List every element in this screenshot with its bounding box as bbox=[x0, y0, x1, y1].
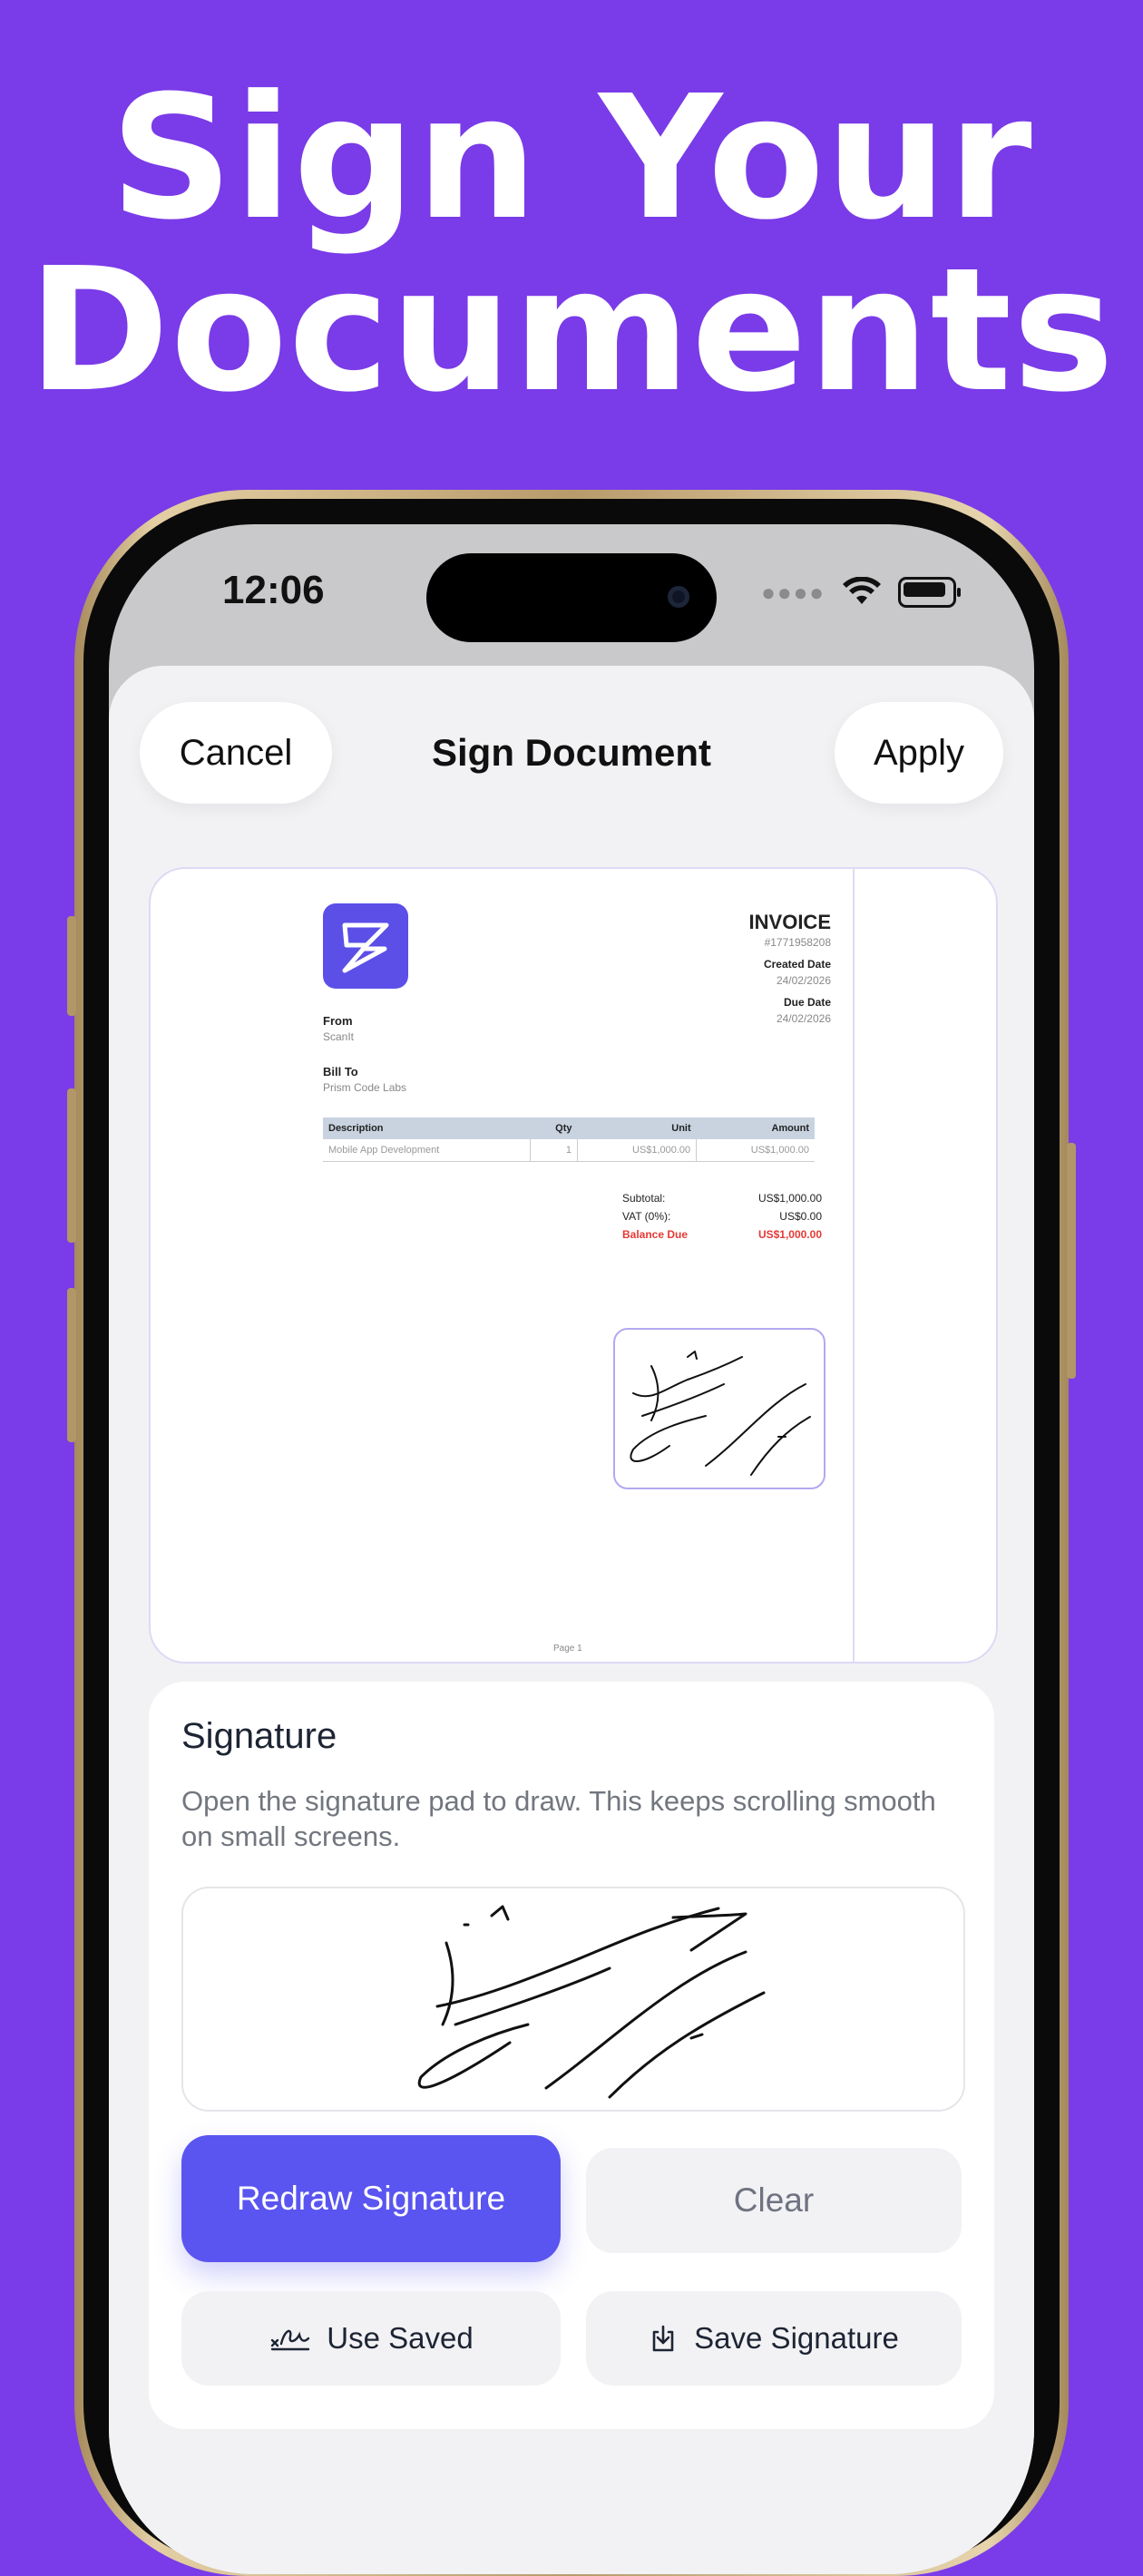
table-header: Unit bbox=[577, 1117, 697, 1139]
phone-button bbox=[67, 916, 76, 1016]
use-saved-button[interactable]: Use Saved bbox=[181, 2291, 561, 2386]
battery-icon bbox=[898, 577, 961, 608]
status-bar: 12:06 ●●●● bbox=[109, 524, 1034, 642]
cancel-button[interactable]: Cancel bbox=[140, 702, 332, 804]
signature-card: Signature Open the signature pad to draw… bbox=[149, 1682, 994, 2429]
use-saved-label: Use Saved bbox=[327, 2321, 474, 2355]
clear-button[interactable]: Clear bbox=[586, 2148, 962, 2253]
balance-due-label: Balance Due bbox=[622, 1228, 689, 1241]
created-date-value: 24/02/2026 bbox=[776, 974, 831, 987]
page-number: Page 1 bbox=[553, 1644, 582, 1654]
document-preview[interactable]: INVOICE #1771958208 Created Date 24/02/2… bbox=[149, 867, 998, 1664]
headline-line-1: Sign Your bbox=[110, 59, 1033, 258]
redraw-signature-button[interactable]: Redraw Signature bbox=[181, 2135, 561, 2262]
signature-icon bbox=[271, 2329, 310, 2351]
table-cell: US$1,000.00 bbox=[576, 1139, 697, 1162]
dynamic-island bbox=[426, 553, 717, 642]
vat-value: US$0.00 bbox=[779, 1210, 822, 1223]
invoice-table: Description Qty Unit Amount Mobile App D… bbox=[323, 1117, 815, 1162]
balance-due-value: US$1,000.00 bbox=[757, 1228, 822, 1241]
due-date-value: 24/02/2026 bbox=[776, 1012, 831, 1025]
subtotal-value: US$1,000.00 bbox=[757, 1192, 822, 1205]
from-value: ScanIt bbox=[323, 1030, 355, 1043]
app-logo-icon bbox=[323, 903, 408, 989]
phone-button bbox=[67, 1088, 76, 1243]
signal-icon: ●●●● bbox=[761, 578, 826, 606]
table-row: Mobile App Development 1 US$1,000.00 US$… bbox=[323, 1139, 815, 1162]
table-header: Qty bbox=[530, 1117, 578, 1139]
phone-frame: 12:06 ●●●● Sign Document Cancel Apply IN… bbox=[67, 490, 1076, 2576]
placed-signature[interactable] bbox=[613, 1328, 826, 1489]
bill-to-value: Prism Code Labs bbox=[323, 1081, 407, 1094]
sign-document-sheet: Sign Document Cancel Apply INVOICE #1771… bbox=[109, 666, 1034, 2574]
invoice-page: INVOICE #1771958208 Created Date 24/02/2… bbox=[323, 903, 831, 1654]
subtotal-label: Subtotal: bbox=[622, 1192, 666, 1205]
wifi-icon bbox=[843, 577, 881, 604]
invoice-title: INVOICE bbox=[748, 911, 831, 933]
signature-title: Signature bbox=[181, 1716, 337, 1756]
page-divider bbox=[853, 869, 855, 1662]
created-date-label: Created Date bbox=[763, 958, 831, 971]
from-label: From bbox=[323, 1014, 353, 1028]
camera-icon bbox=[668, 586, 689, 608]
signature-pad[interactable] bbox=[181, 1887, 965, 2112]
due-date-label: Due Date bbox=[783, 996, 831, 1009]
save-signature-label: Save Signature bbox=[694, 2321, 899, 2355]
vat-label: VAT (0%): bbox=[622, 1210, 671, 1223]
table-header: Amount bbox=[696, 1117, 815, 1139]
phone-button bbox=[67, 1288, 76, 1442]
table-cell: US$1,000.00 bbox=[696, 1139, 815, 1162]
headline: Sign Your Documents bbox=[0, 73, 1143, 417]
save-signature-button[interactable]: Save Signature bbox=[586, 2291, 962, 2386]
status-time: 12:06 bbox=[222, 568, 325, 612]
phone-screen: 12:06 ●●●● Sign Document Cancel Apply IN… bbox=[109, 524, 1034, 2574]
status-icons: ●●●● bbox=[761, 574, 961, 610]
download-icon bbox=[652, 2325, 674, 2352]
signature-description: Open the signature pad to draw. This kee… bbox=[181, 1785, 936, 1852]
table-cell: 1 bbox=[530, 1139, 578, 1162]
phone-button bbox=[1067, 1143, 1076, 1379]
table-header: Description bbox=[323, 1117, 531, 1139]
headline-line-2: Documents bbox=[27, 231, 1116, 430]
invoice-number: #1771958208 bbox=[764, 936, 831, 949]
table-cell: Mobile App Development bbox=[323, 1139, 531, 1162]
bill-to-label: Bill To bbox=[323, 1065, 358, 1078]
apply-button[interactable]: Apply bbox=[835, 702, 1003, 804]
